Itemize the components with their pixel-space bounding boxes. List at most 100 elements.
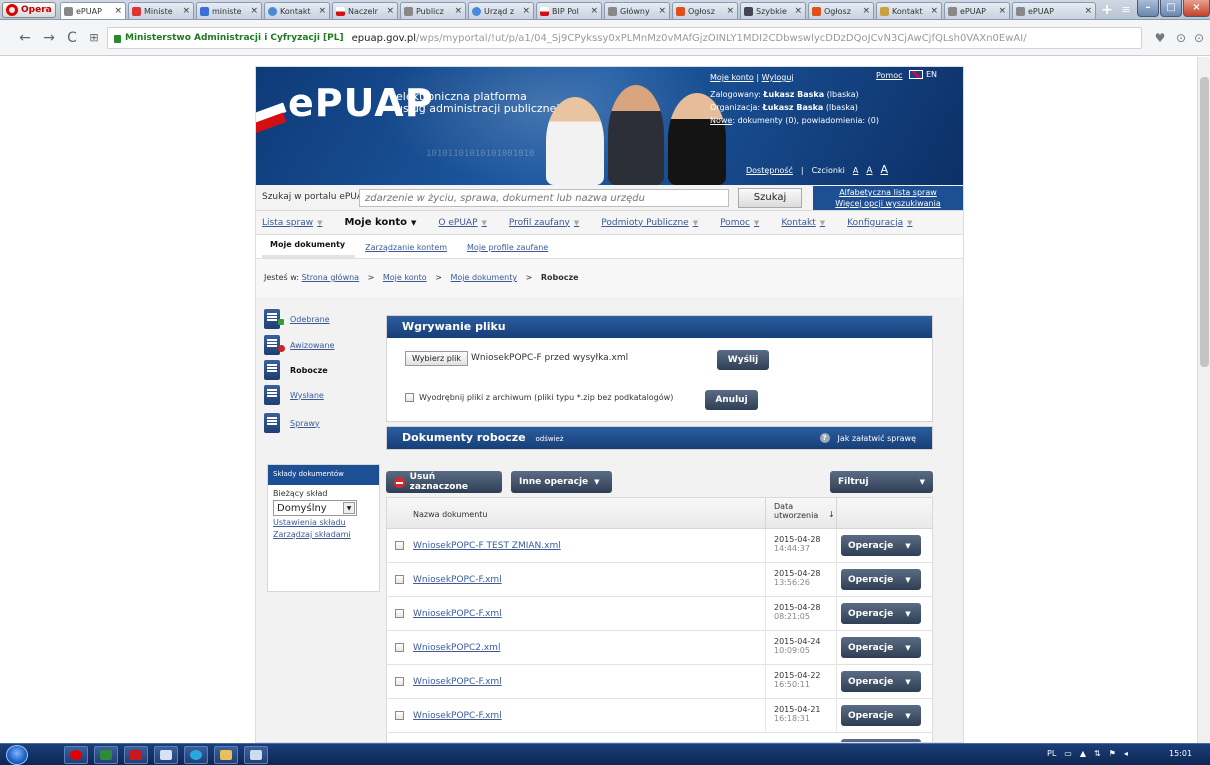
scroll-thumb[interactable]	[1200, 77, 1209, 367]
close-icon[interactable]: ×	[386, 6, 394, 16]
tab-menu-icon[interactable]: ≡	[1118, 3, 1134, 18]
sort-arrow-icon[interactable]: ↓	[828, 510, 835, 519]
reload-icon[interactable]: C	[63, 29, 81, 47]
tab-moje-profile-zaufane[interactable]: Moje profile zaufane	[457, 236, 558, 258]
row-operations-button[interactable]: Operacje ▼	[841, 705, 921, 726]
close-icon[interactable]: ×	[114, 6, 122, 16]
back-icon[interactable]: ←	[16, 29, 34, 47]
manage-folders-link[interactable]: Zarządzaj składami	[268, 530, 379, 540]
taskbar-window[interactable]	[244, 746, 268, 764]
close-icon[interactable]: ×	[522, 6, 530, 16]
language-indicator[interactable]: PL	[1047, 749, 1056, 758]
nav-item-konfiguracja[interactable]: Konfiguracja ▼	[847, 218, 912, 228]
network-icon[interactable]: ⇅	[1094, 749, 1101, 758]
accessibility-link[interactable]: Dostępność	[746, 166, 793, 175]
extract-archive-option[interactable]: Wyodrębnij pliki z archiwum (pliki typu …	[405, 393, 673, 402]
browser-tab[interactable]: ePUAP ×	[60, 2, 126, 19]
taskbar-pdf[interactable]	[124, 746, 148, 764]
browser-tab[interactable]: Szybkie ×	[740, 2, 806, 19]
close-icon[interactable]: ×	[318, 6, 326, 16]
tab-moje-dokumenty[interactable]: Moje dokumenty	[262, 236, 356, 258]
sidebar-item-label[interactable]: Odebrane	[290, 315, 330, 324]
nav-item-pomoc[interactable]: Pomoc ▼	[720, 218, 759, 228]
taskbar-clock[interactable]: 15:01	[1169, 749, 1192, 758]
row-checkbox[interactable]	[395, 677, 404, 686]
nav-item-moje-konto[interactable]: Moje konto ▼	[344, 217, 416, 228]
nav-item-kontakt[interactable]: Kontakt ▼	[781, 218, 825, 228]
close-icon[interactable]: ×	[590, 6, 598, 16]
window-close-button[interactable]: ×	[1183, 0, 1210, 17]
folder-select[interactable]: Domyślny ▼	[273, 500, 357, 516]
folder-settings-link[interactable]: Ustawienia składu	[268, 518, 379, 528]
breadcrumb-home[interactable]: Strona główna	[302, 273, 360, 282]
flag-icon[interactable]: ⚑	[1109, 749, 1116, 758]
document-link[interactable]: WniosekPOPC2.xml	[413, 643, 500, 653]
row-operations-button[interactable]: Operacje ▼	[841, 637, 921, 658]
sidebar-item-wyslane[interactable]: Wysłane	[264, 385, 374, 405]
row-checkbox[interactable]	[395, 541, 404, 550]
nav-item-lista-spraw[interactable]: Lista spraw ▼	[262, 218, 322, 228]
font-size-small[interactable]: A	[853, 166, 858, 175]
url-field[interactable]: Ministerstwo Administracji i Cyfryzacji …	[107, 27, 1142, 49]
document-link[interactable]: WniosekPOPC-F TEST ZMIAN.xml	[413, 541, 561, 551]
close-icon[interactable]: ×	[1084, 6, 1092, 16]
sidebar-item-label[interactable]: Awizowane	[290, 341, 334, 350]
close-icon[interactable]: ×	[998, 6, 1006, 16]
filter-button[interactable]: Filtruj ▼	[830, 471, 933, 493]
delete-selected-button[interactable]: Usuń zaznaczone	[386, 471, 502, 493]
alphabetical-list-link[interactable]: Alfabetyczna lista spraw	[813, 187, 963, 198]
extension-icon[interactable]: ⊙	[1192, 29, 1206, 47]
browser-tab[interactable]: Główny ×	[604, 2, 670, 19]
column-date-header[interactable]: Data utworzenia	[774, 502, 818, 520]
taskbar-app[interactable]	[154, 746, 178, 764]
close-icon[interactable]: ×	[250, 6, 258, 16]
search-input[interactable]	[359, 189, 729, 207]
document-link[interactable]: WniosekPOPC-F.xml	[413, 609, 502, 619]
row-checkbox[interactable]	[395, 575, 404, 584]
close-icon[interactable]: ×	[930, 6, 938, 16]
start-button[interactable]	[6, 745, 28, 765]
breadcrumb-my-account[interactable]: Moje konto	[383, 273, 427, 282]
document-link[interactable]: WniosekPOPC-F.xml	[413, 575, 502, 585]
taskbar-explorer[interactable]	[214, 746, 238, 764]
tray-expand-icon[interactable]: ▲	[1080, 749, 1086, 758]
speed-dial-icon[interactable]: ⊞	[85, 29, 103, 47]
browser-tab[interactable]: ministe ×	[196, 2, 262, 19]
row-operations-button[interactable]: Operacje ▼	[841, 603, 921, 624]
cancel-button[interactable]: Anuluj	[705, 390, 758, 410]
row-operations-button[interactable]: Operacje ▼	[841, 569, 921, 590]
heart-icon[interactable]: ♥	[1151, 29, 1169, 47]
browser-tab[interactable]: ePUAP ×	[1012, 2, 1096, 19]
extract-checkbox[interactable]	[405, 393, 414, 402]
taskbar-skype[interactable]	[184, 746, 208, 764]
sidebar-item-robocze[interactable]: Robocze	[264, 360, 374, 380]
row-checkbox[interactable]	[395, 609, 404, 618]
search-button[interactable]: Szukaj	[738, 188, 802, 208]
browser-tab[interactable]: Kontakt ×	[264, 2, 330, 19]
new-items-link[interactable]: Nowe	[710, 116, 732, 125]
close-icon[interactable]: ×	[862, 6, 870, 16]
browser-tab[interactable]: BIP Pol ×	[536, 2, 602, 19]
row-operations-button[interactable]: Operacje ▼	[841, 671, 921, 692]
page-scrollbar[interactable]	[1197, 57, 1210, 743]
sidebar-item-label[interactable]: Wysłane	[290, 391, 324, 400]
browser-tab[interactable]: ePUAP ×	[944, 2, 1010, 19]
keyboard-icon[interactable]: ▭	[1064, 749, 1072, 758]
nav-item-o-epuap[interactable]: O ePUAP ▼	[438, 218, 486, 228]
close-icon[interactable]: ×	[454, 6, 462, 16]
minimize-button[interactable]: –	[1137, 0, 1159, 17]
column-name-header[interactable]: Nazwa dokumentu	[413, 510, 488, 519]
document-link[interactable]: WniosekPOPC-F.xml	[413, 711, 502, 721]
download-icon[interactable]: ⊙	[1172, 29, 1190, 47]
close-icon[interactable]: ×	[658, 6, 666, 16]
taskbar-excel[interactable]	[94, 746, 118, 764]
language-switch[interactable]: EN	[909, 70, 937, 79]
browser-tab[interactable]: Naczelr ×	[332, 2, 398, 19]
document-link[interactable]: WniosekPOPC-F.xml	[413, 677, 502, 687]
opera-menu-button[interactable]: Opera	[2, 2, 56, 18]
new-tab-button[interactable]: +	[1099, 3, 1115, 18]
choose-file-button[interactable]: Wybierz plik	[405, 351, 468, 366]
row-operations-button[interactable]: Operacje ▼	[841, 535, 921, 556]
other-operations-button[interactable]: Inne operacje ▼	[511, 471, 612, 493]
help-link[interactable]: Pomoc	[876, 71, 903, 80]
